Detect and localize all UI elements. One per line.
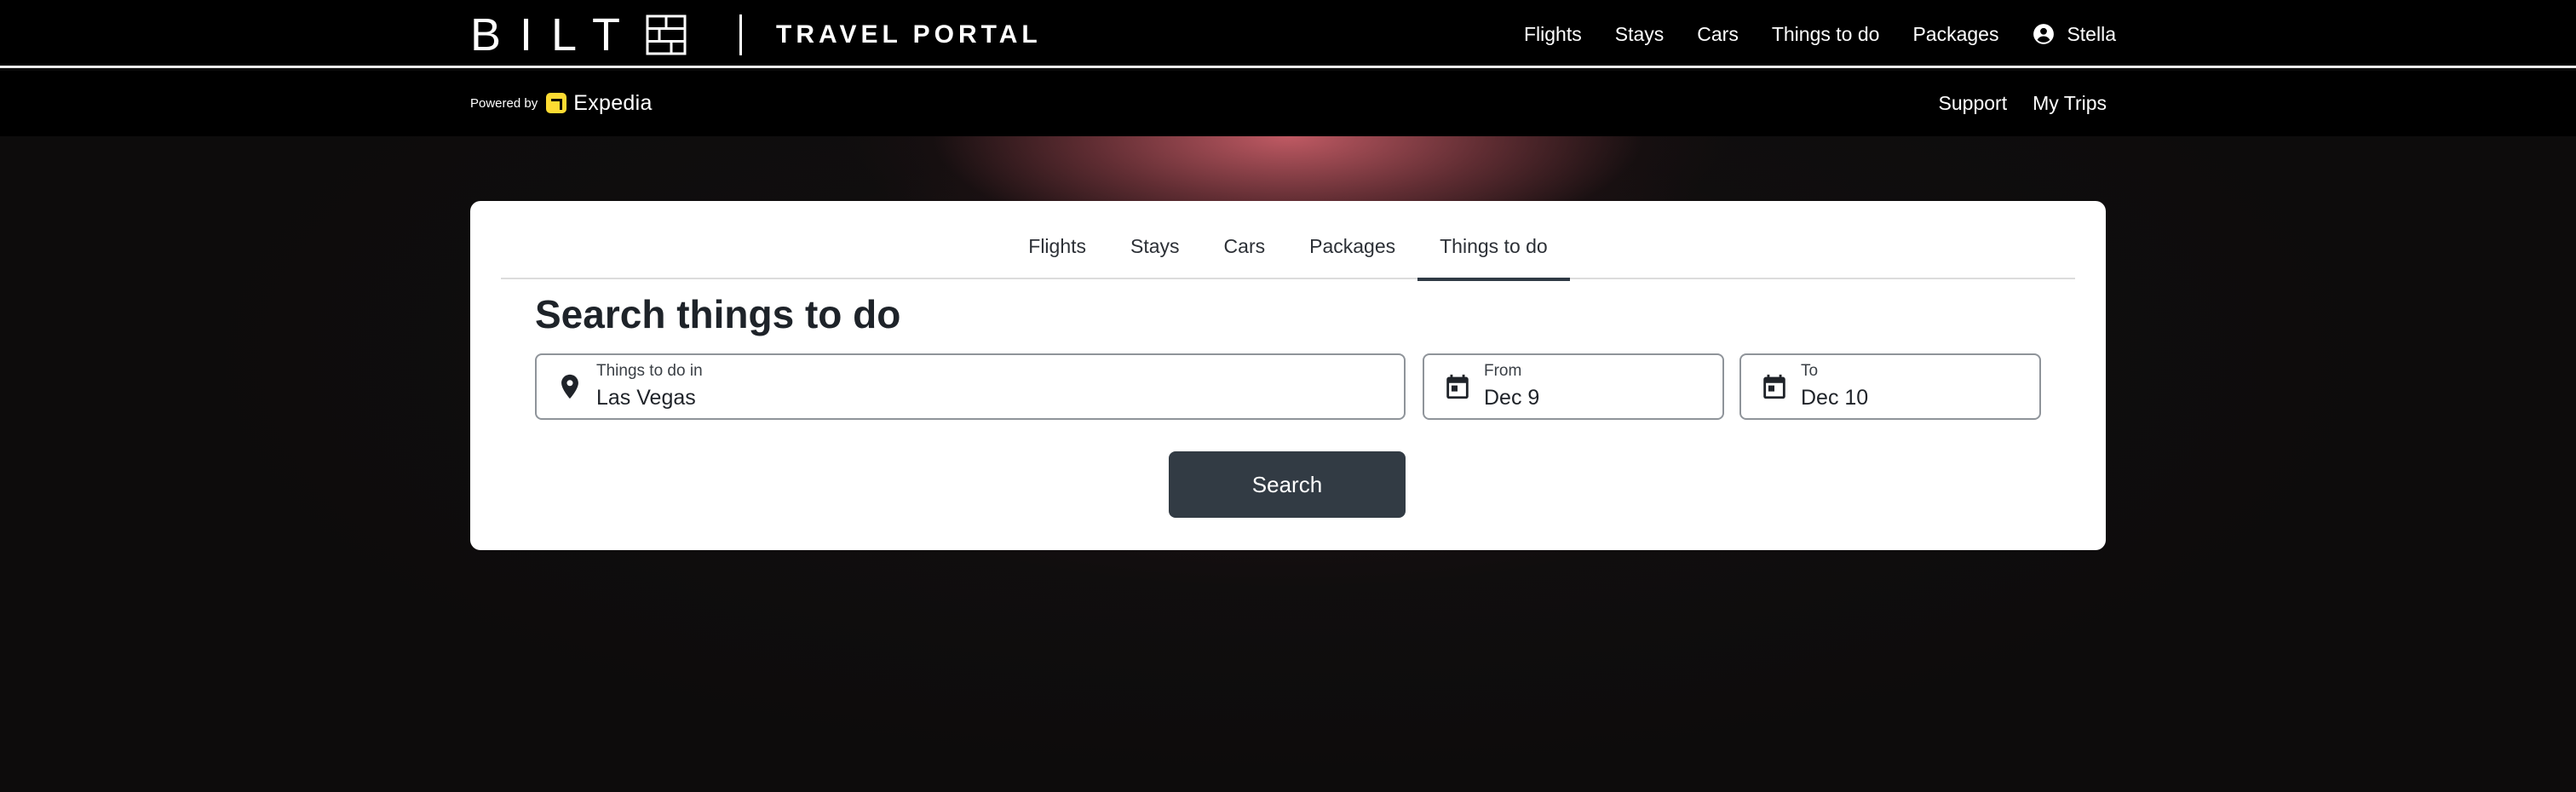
- nav-cars[interactable]: Cars: [1697, 23, 1739, 46]
- user-menu[interactable]: Stella: [2033, 23, 2116, 46]
- powered-by-expedia: Powered by Expedia: [470, 88, 653, 118]
- search-title: Search things to do: [535, 292, 901, 336]
- tab-cars[interactable]: Cars: [1202, 201, 1288, 279]
- to-date-label: To: [1801, 362, 1819, 380]
- tab-things-to-do[interactable]: Things to do: [1417, 201, 1570, 281]
- nav-things-to-do[interactable]: Things to do: [1772, 23, 1880, 46]
- from-date-label: From: [1484, 362, 1522, 380]
- secondary-nav: Support My Trips: [1913, 71, 2107, 136]
- expedia-name: Expedia: [573, 90, 653, 115]
- destination-label: Things to do in: [596, 362, 703, 380]
- nav-packages[interactable]: Packages: [1912, 23, 1998, 46]
- tab-stays[interactable]: Stays: [1108, 201, 1202, 279]
- nav-stays[interactable]: Stays: [1615, 23, 1665, 46]
- travel-portal-label: TRAVEL PORTAL: [776, 20, 1042, 49]
- tab-flights[interactable]: Flights: [1006, 201, 1108, 279]
- my-trips-link[interactable]: My Trips: [2033, 92, 2107, 115]
- top-navigation-bar: BILT TRAVEL PORTAL Flights Stays Cars Th…: [0, 0, 2576, 68]
- account-circle-icon: [2033, 24, 2055, 44]
- to-date-value: Dec 10: [1801, 386, 1869, 410]
- destination-field[interactable]: Things to do in Las Vegas: [535, 353, 1406, 420]
- brand-divider: [739, 14, 743, 55]
- primary-nav: Flights Stays Cars Things to do Packages…: [1491, 0, 2116, 68]
- bilt-wordmark: BILT: [470, 9, 640, 60]
- calendar-icon: [1446, 374, 1469, 399]
- map-pin-icon: [561, 374, 578, 399]
- search-button[interactable]: Search: [1169, 451, 1406, 518]
- expedia-logo-icon: [546, 93, 567, 113]
- from-date-value: Dec 9: [1484, 386, 1540, 410]
- support-link[interactable]: Support: [1939, 92, 2008, 115]
- destination-value: Las Vegas: [596, 386, 696, 410]
- from-date-field[interactable]: From Dec 9: [1423, 353, 1724, 420]
- calendar-icon: [1763, 374, 1785, 399]
- bilt-grid-icon: [646, 14, 687, 55]
- brand-logo[interactable]: BILT TRAVEL PORTAL: [470, 9, 1042, 60]
- user-name: Stella: [2067, 22, 2116, 45]
- tab-packages[interactable]: Packages: [1287, 201, 1417, 279]
- powered-by-label: Powered by: [470, 95, 538, 111]
- partner-bar: Powered by Expedia Support My Trips: [0, 71, 2576, 136]
- search-tabs: Flights Stays Cars Packages Things to do: [501, 201, 2075, 281]
- nav-flights[interactable]: Flights: [1524, 23, 1582, 46]
- search-card: Flights Stays Cars Packages Things to do…: [470, 201, 2106, 550]
- to-date-field[interactable]: To Dec 10: [1739, 353, 2041, 420]
